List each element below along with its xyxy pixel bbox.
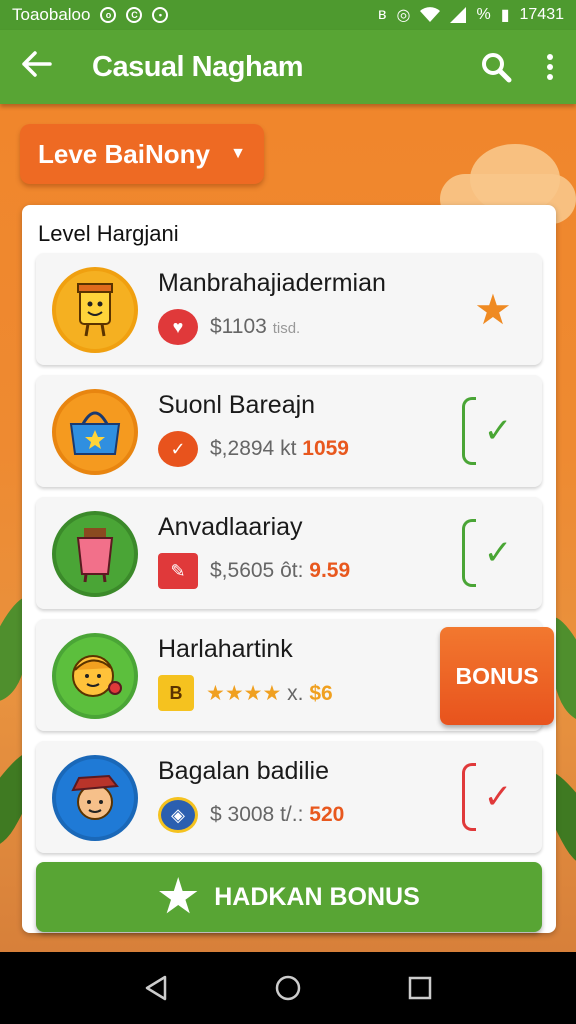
card-title: Level Hargjani [38,221,179,246]
caret-down-icon: ▼ [230,145,246,162]
ticket-icon: ✎ [158,553,198,589]
signal-icon [450,7,467,23]
shopping-bag-icon [52,389,138,475]
nav-recents-button[interactable] [407,975,433,1001]
nav-home-icon [275,975,301,1001]
checkmark-icon: ✓ [483,778,513,816]
cup-character-icon [52,267,138,353]
claim-bonus-label: HADKAN BONUS [214,882,420,911]
star-icon: ★ [474,285,512,333]
bracket-icon [462,519,476,587]
bracket-icon [462,763,476,831]
status-bar: Toaobaloo o C • ʙ ◎ % ▮ 17431 [0,0,576,30]
completed-check-button[interactable]: ✓ [462,397,524,465]
coin-badge-icon: ◈ [158,797,198,833]
checkmark-icon: ✓ [483,412,513,450]
bracket-icon [462,397,476,465]
status-carrier: Toaobaloo [12,5,91,24]
notification-icon: o [100,7,117,23]
battery-icon: ▮ [500,7,510,24]
app-bar: Casual Nagham [0,30,576,104]
favorite-star-button[interactable]: ★ [462,275,524,343]
item-name: Suonl Bareajn [158,391,316,419]
search-button[interactable] [480,51,512,83]
character-face-icon [52,633,138,719]
wifi-icon [420,7,441,22]
more-vert-icon [547,54,553,80]
nav-home-button[interactable] [274,974,302,1002]
item-price: $,2894 kt 1059 [210,437,349,460]
item-price: $ 3008 t/.: 520 [210,803,345,826]
status-time: 17431 [519,6,565,23]
check-badge-icon: ✓ [158,431,198,467]
search-icon [482,53,512,83]
list-item[interactable]: Bagalan badilie ◈ $ 3008 t/.: 520 ✓ [36,741,542,853]
list-item[interactable]: Anvadlaariay ✎ $,5605 ôt: 9.59 ✓ [36,497,542,609]
item-name: Manbrahajiadermian [158,269,386,297]
record-icon: • [152,7,169,23]
heart-badge-icon: ♥ [158,309,198,345]
check-button[interactable]: ✓ [462,763,524,831]
more-button[interactable] [546,53,554,81]
star-burst-icon [159,877,198,914]
item-name: Anvadlaariay [158,513,303,541]
nav-recents-icon [409,976,432,1000]
item-price: $1103 tisd. [210,315,301,338]
claim-bonus-button[interactable]: HADKAN BONUS [36,862,542,932]
list-item[interactable]: Suonl Bareajn ✓ $,2894 kt 1059 ✓ [36,375,542,487]
nav-back-button[interactable] [143,974,169,1002]
app-title: Casual Nagham [92,50,304,83]
bluetooth-icon: ʙ [377,6,387,23]
item-price: $,5605 ôt: 9.59 [210,559,351,582]
item-name: Bagalan badilie [158,757,329,785]
drink-cup-icon [52,511,138,597]
level-card: Level Hargjani Manbrahajiadermian ♥ $110… [22,205,556,933]
item-name: Harlahartink [158,635,293,663]
list-item[interactable]: Manbrahajiadermian ♥ $1103 tisd. ★ [36,253,542,365]
completed-check-button[interactable]: ✓ [462,519,524,587]
alarm-icon: ◎ [396,7,411,24]
battery-label: % [476,6,491,23]
back-button[interactable] [22,51,58,83]
arrow-left-icon [22,51,52,77]
list-item[interactable]: Harlahartink B ★★★★ x. $6 BONUS [36,619,554,731]
b-badge-icon: B [158,675,194,711]
bonus-button[interactable]: BONUS [440,627,554,725]
level-dropdown-label: Leve BaiNony [38,138,210,169]
level-dropdown[interactable]: Leve BaiNony ▼ [20,124,264,184]
checkmark-icon: ✓ [483,534,513,572]
system-nav-bar [0,952,576,1024]
sync-icon: C [126,7,143,23]
item-price: ★★★★ x. $6 [206,681,333,705]
nav-back-icon [145,975,166,1001]
hat-character-icon [52,755,138,841]
